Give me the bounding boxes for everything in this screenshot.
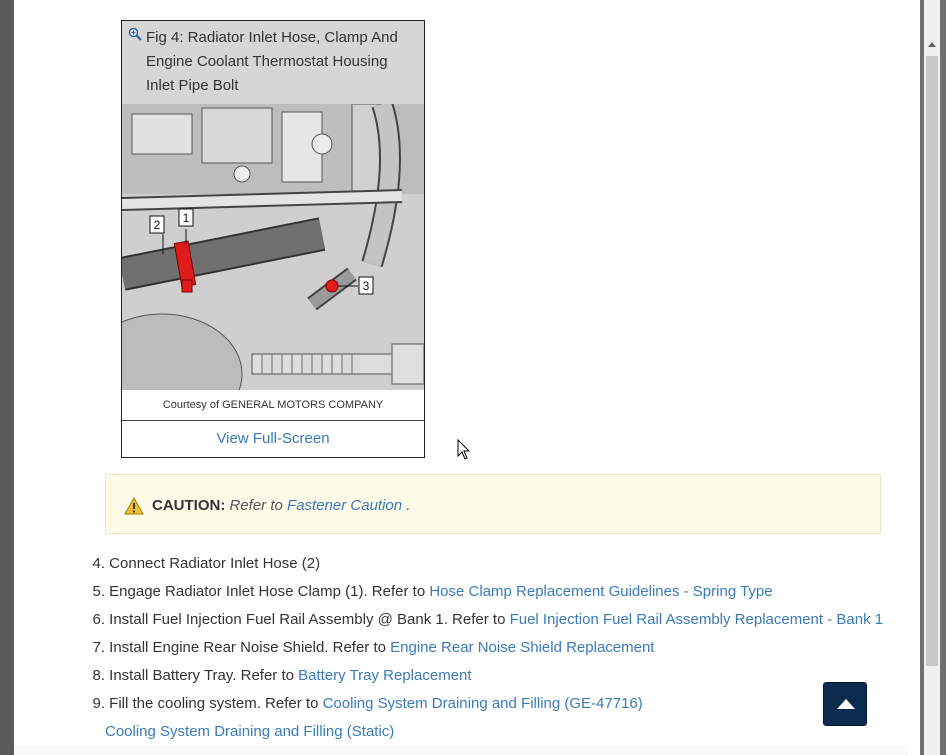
view-fullscreen-link[interactable]: View Full-Screen: [122, 421, 424, 457]
fastener-caution-link[interactable]: Fastener Caution: [287, 497, 402, 514]
caution-box: CAUTION: Refer to Fastener Caution .: [105, 474, 881, 534]
figure-caption: Fig 4: Radiator Inlet Hose, Clamp And En…: [146, 29, 398, 94]
arrow-up-icon: [837, 699, 855, 709]
step-text: Engage Radiator Inlet Hose Clamp (1). Re…: [109, 583, 426, 600]
caution-refer: Refer to: [229, 497, 283, 514]
callout-1: 1: [183, 211, 190, 225]
figure-card: Fig 4: Radiator Inlet Hose, Clamp And En…: [121, 20, 425, 458]
step-number: 7.: [92, 639, 105, 656]
modal-bottom-edge: [14, 745, 908, 755]
step-number: 8.: [92, 667, 105, 684]
step-number: 6.: [92, 611, 105, 628]
scroll-up-arrow-icon[interactable]: [928, 42, 936, 47]
page-scrollbar-thumb[interactable]: [926, 56, 938, 666]
list-item: 9. Fill the cooling system. Refer to Coo…: [84, 694, 904, 722]
list-item: 5. Engage Radiator Inlet Hose Clamp (1).…: [84, 582, 904, 610]
back-to-top-button[interactable]: [823, 682, 867, 726]
callout-2: 2: [154, 218, 161, 232]
warning-triangle-icon: [124, 497, 144, 515]
caution-label: CAUTION:: [152, 497, 226, 514]
hose-clamp-guidelines-link[interactable]: Hose Clamp Replacement Guidelines - Spri…: [429, 583, 772, 600]
step-text: Install Engine Rear Noise Shield. Refer …: [109, 639, 386, 656]
mouse-pointer-icon: [457, 439, 471, 460]
step-number: 9.: [92, 695, 105, 712]
battery-tray-replacement-link[interactable]: Battery Tray Replacement: [298, 667, 471, 684]
list-item: 6. Install Fuel Injection Fuel Rail Asse…: [84, 610, 904, 638]
figure-credit: Courtesy of GENERAL MOTORS COMPANY: [122, 390, 424, 421]
callout-3: 3: [363, 279, 370, 293]
list-item: 7. Install Engine Rear Noise Shield. Ref…: [84, 638, 904, 666]
caution-trail: .: [406, 497, 411, 514]
step-text: Connect Radiator Inlet Hose (2): [109, 555, 321, 572]
list-item: 4. Connect Radiator Inlet Hose (2): [84, 554, 904, 582]
cooling-draining-static-link[interactable]: Cooling System Draining and Filling (Sta…: [105, 723, 394, 740]
cooling-draining-ge47716-link[interactable]: Cooling System Draining and Filling (GE-…: [323, 695, 643, 712]
figure-header: Fig 4: Radiator Inlet Hose, Clamp And En…: [122, 21, 424, 104]
step-number: 4.: [92, 555, 105, 572]
step-list: 4. Connect Radiator Inlet Hose (2) 5. En…: [84, 554, 904, 750]
step-text: Install Battery Tray. Refer to: [109, 667, 294, 684]
document-modal: Fig 4: Radiator Inlet Hose, Clamp And En…: [14, 0, 908, 755]
caution-text: CAUTION: Refer to Fastener Caution .: [152, 496, 410, 516]
engine-diagram-image[interactable]: 1 2 3: [122, 104, 424, 390]
noise-shield-replacement-link[interactable]: Engine Rear Noise Shield Replacement: [390, 639, 654, 656]
backdrop-left: [0, 0, 14, 755]
step-text: Fill the cooling system. Refer to: [109, 695, 319, 712]
magnifier-plus-icon[interactable]: [128, 27, 142, 41]
step-number: 5.: [92, 583, 105, 600]
step-text: Install Fuel Injection Fuel Rail Assembl…: [109, 611, 506, 628]
fuel-rail-replacement-link[interactable]: Fuel Injection Fuel Rail Assembly Replac…: [510, 611, 884, 628]
list-item: 8. Install Battery Tray. Refer to Batter…: [84, 666, 904, 694]
page-scrollbar[interactable]: [924, 0, 940, 755]
